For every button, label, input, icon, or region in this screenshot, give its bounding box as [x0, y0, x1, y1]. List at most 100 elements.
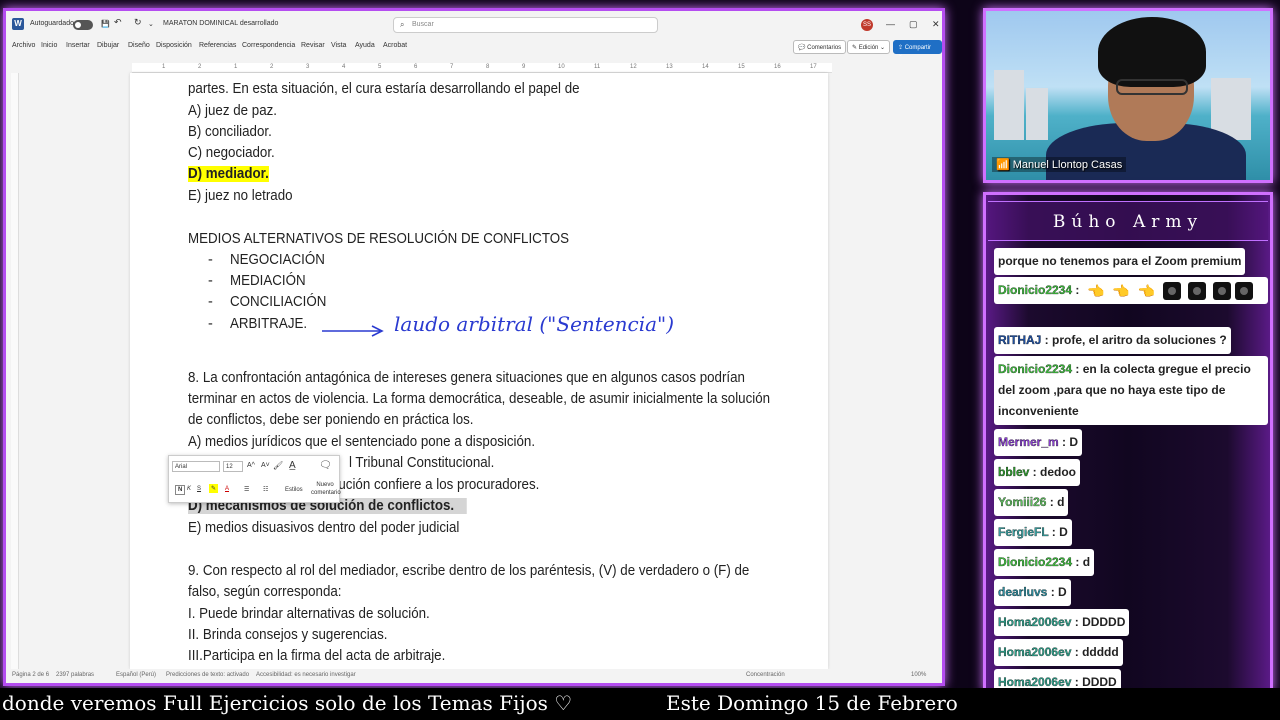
presenter-glasses [1116, 79, 1188, 95]
tab-revisar[interactable]: Revisar [301, 42, 325, 49]
close-icon[interactable]: ✕ [932, 19, 940, 30]
new-comment-label: Nuevo comentario [311, 482, 341, 496]
underline-icon[interactable]: S [197, 486, 201, 492]
mini-toolbar: Arial 12 A^ A˅ 🖌 A̲ 🗨 N K S ✎ A ☰ ☷ Esti… [168, 455, 341, 503]
ribbon-tabs: Archivo Inicio Insertar Dibujar Diseño D… [6, 39, 942, 58]
search-placeholder: Buscar [412, 21, 434, 28]
message-text: porque no tenemos para el Zoom premium [998, 254, 1242, 268]
bullets-icon[interactable]: ☰ [244, 486, 249, 493]
tab-vista[interactable]: Vista [331, 42, 346, 49]
user-avatar[interactable]: SS [861, 19, 873, 31]
word-count[interactable]: 2397 palabras [56, 672, 94, 678]
ruler-mark: 13 [666, 64, 673, 70]
autosave-toggle[interactable] [73, 20, 93, 30]
chat-message: Mermer_m : D [994, 429, 1083, 456]
grow-font-icon[interactable]: A^ [247, 462, 255, 469]
emote-face-icon [1162, 281, 1181, 300]
question-8: 8. La confrontación antagónica de intere… [188, 370, 745, 386]
message-text: D [1058, 585, 1067, 599]
tab-referencias[interactable]: Referencias [199, 42, 236, 49]
redo-icon[interactable]: ↻ [134, 17, 142, 28]
chat-message: Yomiii26 : d [994, 489, 1069, 516]
ruler-mark: 3 [306, 64, 310, 70]
styles-label: Estilos [285, 487, 303, 493]
text-predictions[interactable]: Predicciones de texto: activado [166, 672, 249, 678]
focus-mode[interactable]: Concentración [746, 672, 785, 678]
emote-hand-icon: 👈 [1137, 282, 1156, 299]
undo-icon[interactable]: ↶ [114, 17, 122, 28]
italic-icon[interactable]: K [187, 486, 191, 492]
accessibility[interactable]: Accesibilidad: es necesario investigar [256, 672, 356, 678]
document-page[interactable]: partes. En esta situación, el cura estar… [130, 73, 828, 669]
ruler-mark: 10 [558, 64, 565, 70]
comments-button[interactable]: 💬 Comentarios [793, 40, 847, 54]
option-c-partial: titución confiere a los procuradores. [328, 477, 540, 493]
emote-face-icon [1234, 281, 1253, 300]
font-select[interactable]: Arial [172, 461, 220, 472]
tab-correspondencia[interactable]: Correspondencia [242, 42, 295, 49]
bullet: - [208, 252, 213, 268]
chat-username: Mermer_m [998, 435, 1059, 449]
separator: : [1048, 525, 1060, 539]
zoom-level[interactable]: 100% [911, 672, 926, 678]
status-bar: Página 2 de 6 2397 palabras Español (Per… [6, 669, 942, 683]
section-heading: MEDIOS ALTERNATIVOS DE RESOLUCIÓN DE CON… [188, 231, 570, 247]
shrink-font-icon[interactable]: A˅ [261, 462, 270, 469]
separator: : [1046, 495, 1058, 509]
page-count[interactable]: Página 2 de 6 [12, 672, 49, 678]
chat-message: Homa2006ev : ddddd [994, 639, 1123, 666]
ruler-mark: 9 [522, 64, 526, 70]
ruler-mark: 16 [774, 64, 781, 70]
word-logo-icon: W [12, 18, 24, 30]
chat-username: bblev [998, 465, 1030, 479]
chat-username: Dionicio2234 [998, 555, 1073, 569]
chat-username: Homa2006ev [998, 645, 1072, 659]
new-comment-icon[interactable]: 🗨 [319, 460, 332, 471]
ruler-mark: 11 [594, 64, 601, 70]
search-box[interactable]: ⌕ Buscar [393, 17, 658, 33]
list-item: CONCILIACIÓN [230, 294, 327, 310]
format-painter-icon[interactable]: 🖌 [273, 461, 283, 470]
presenter-hair [1098, 17, 1206, 87]
option-e: E) medios disuasivos dentro del poder ju… [188, 520, 460, 536]
tab-disposicion[interactable]: Disposición [156, 42, 192, 49]
message-text: profe, el aritro da soluciones ? [1052, 333, 1227, 347]
tab-acrobat[interactable]: Acrobat [383, 42, 407, 49]
tab-inicio[interactable]: Inicio [41, 42, 57, 49]
horizontal-ruler[interactable]: 1 2 1 2 3 4 5 6 7 8 9 10 11 12 13 14 15 16 17 [132, 63, 832, 73]
ruler-mark: 2 [198, 64, 202, 70]
message-text: ddddd [1082, 645, 1119, 659]
separator: : [1071, 645, 1083, 659]
font-color-icon[interactable]: A [225, 486, 229, 492]
font-name: Arial [175, 464, 188, 470]
emote-hand-icon: 👈 [1112, 282, 1130, 299]
chat-message: FergieFL : D [994, 519, 1072, 546]
emote-face-icon [1213, 281, 1232, 300]
ruler-mark: 6 [414, 64, 418, 70]
styles-icon[interactable]: A̲ [289, 460, 296, 471]
tab-archivo[interactable]: Archivo [12, 42, 35, 49]
question-9: 9. Con respecto al rol del mediador, esc… [188, 563, 750, 579]
highlight-icon[interactable]: ✎ [209, 484, 219, 493]
webcam-feed: 📶 Manuel Llontop Casas [983, 8, 1273, 183]
maximize-icon[interactable]: ▢ [909, 19, 918, 30]
message-text: DDDD [1082, 675, 1117, 689]
tab-insertar[interactable]: Insertar [66, 42, 90, 49]
tab-diseno[interactable]: Diseño [128, 42, 150, 49]
ruler-mark: 12 [630, 64, 637, 70]
customize-qat-icon[interactable]: ⌄ [148, 20, 154, 28]
vertical-ruler[interactable] [11, 73, 19, 669]
chat-username: Homa2006ev [998, 615, 1072, 629]
numbering-icon[interactable]: ☷ [263, 486, 268, 493]
save-icon[interactable]: 💾 [101, 20, 110, 28]
tab-ayuda[interactable]: Ayuda [355, 42, 375, 49]
minimize-icon[interactable]: — [886, 19, 895, 29]
tab-dibujar[interactable]: Dibujar [97, 42, 119, 49]
language[interactable]: Español (Perú) [116, 672, 156, 678]
share-button[interactable]: ⇪ Compartir ⌄ [893, 40, 942, 58]
document-title[interactable]: MARATON DOMINICAL desarrollado [163, 20, 278, 27]
bold-icon[interactable]: N [175, 485, 186, 495]
font-size-select[interactable]: 12 [223, 461, 243, 472]
ruler-mark: 14 [702, 64, 709, 70]
editing-button[interactable]: ✎ Edición ⌄ [847, 40, 891, 54]
